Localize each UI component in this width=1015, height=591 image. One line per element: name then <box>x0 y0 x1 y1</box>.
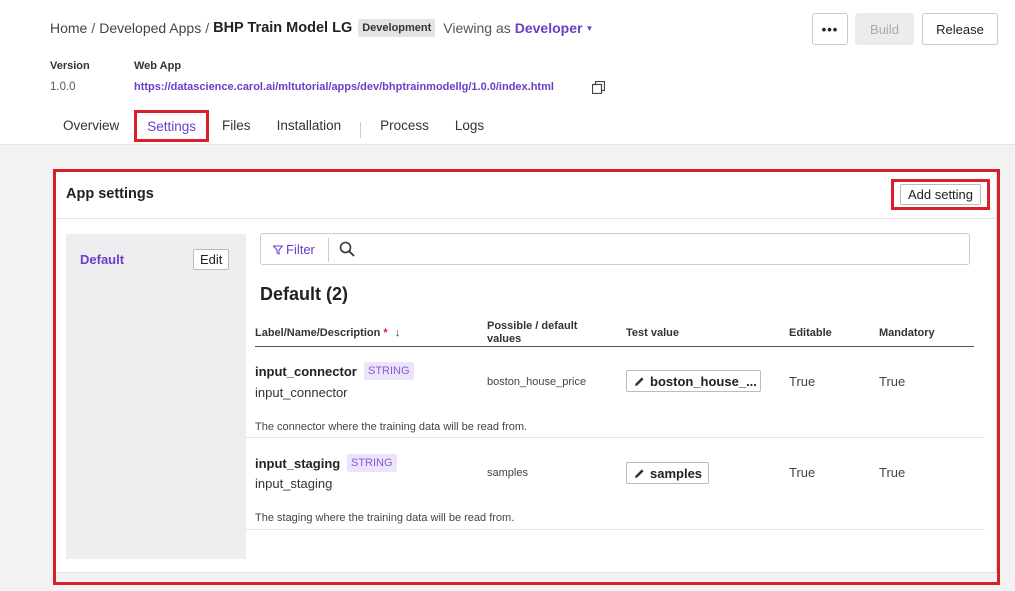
tab-divider <box>360 122 362 138</box>
sidebar-item-default[interactable]: Default <box>80 252 124 267</box>
column-header-label[interactable]: Label/Name/Description * ↓ <box>255 327 400 340</box>
column-header-editable: Editable <box>789 327 832 339</box>
filter-label: Filter <box>286 242 315 257</box>
panel-title: App settings <box>66 186 154 202</box>
viewing-role-dropdown[interactable]: Developer <box>515 20 583 36</box>
edit-group-button[interactable]: Edit <box>193 249 230 270</box>
breadcrumb-developed-apps[interactable]: Developed Apps <box>99 20 201 36</box>
column-header-mandatory: Mandatory <box>879 327 935 339</box>
filter-icon <box>273 245 283 255</box>
setting-name: input_connector <box>255 385 348 400</box>
setting-label: input_staging <box>255 456 341 471</box>
app-header: Home / Developed Apps / BHP Train Model … <box>0 0 1015 145</box>
editable-value: True <box>789 465 816 480</box>
type-badge: STRING <box>364 362 414 380</box>
filter-button[interactable]: Filter <box>273 242 315 257</box>
editable-value: True <box>789 374 816 389</box>
caret-down-icon[interactable]: ▼ <box>585 24 593 33</box>
tab-settings[interactable]: Settings <box>134 110 210 142</box>
webapp-url-link[interactable]: https://datascience.carol.ai/mltutorial/… <box>134 81 554 93</box>
table-header-divider <box>255 346 974 347</box>
mandatory-value: True <box>879 465 906 480</box>
copy-icon[interactable] <box>592 81 605 94</box>
divider <box>328 238 329 262</box>
add-setting-button[interactable]: Add setting <box>899 184 982 205</box>
search-bar: Filter <box>260 233 970 265</box>
more-options-button[interactable]: ••• <box>812 13 848 45</box>
viewing-as-label: Viewing as <box>443 20 511 36</box>
breadcrumb: Home / Developed Apps / BHP Train Model … <box>50 19 593 37</box>
page-title: BHP Train Model LG <box>213 20 353 36</box>
default-value: boston_house_price <box>487 376 587 388</box>
column-header-test-value: Test value <box>626 327 679 339</box>
mandatory-value: True <box>879 374 906 389</box>
row-divider <box>245 437 985 438</box>
test-value-button[interactable]: boston_house_... <box>626 370 761 392</box>
sort-arrow-icon[interactable]: ↓ <box>395 327 401 339</box>
test-value-button[interactable]: samples <box>626 462 709 484</box>
breadcrumb-separator: / <box>91 20 96 36</box>
search-icon <box>339 241 355 257</box>
tab-overview[interactable]: Overview <box>50 110 132 141</box>
add-setting-highlight: Add setting <box>891 179 990 210</box>
default-value: samples <box>487 467 528 479</box>
breadcrumb-home[interactable]: Home <box>50 20 87 36</box>
webapp-label: Web App <box>134 60 182 72</box>
tab-installation[interactable]: Installation <box>264 110 355 141</box>
setting-name: input_staging <box>255 476 333 491</box>
tab-logs[interactable]: Logs <box>442 110 497 141</box>
setting-description: The connector where the training data wi… <box>255 421 528 433</box>
app-settings-panel: App settings Add setting Default Edit Fi… <box>55 171 997 573</box>
pencil-icon <box>635 468 644 478</box>
divider <box>56 218 996 219</box>
column-header-possible-values: Possible / default values <box>487 320 578 345</box>
version-value: 1.0.0 <box>50 81 76 93</box>
group-title: Default (2) <box>260 284 349 304</box>
setting-description: The staging where the training data will… <box>255 512 515 524</box>
pencil-icon <box>635 376 644 386</box>
breadcrumb-separator: / <box>205 20 210 36</box>
tab-bar: Overview Settings Files Installation Pro… <box>50 110 497 145</box>
required-mark: * <box>383 327 388 339</box>
tab-files[interactable]: Files <box>209 110 264 141</box>
version-label: Version <box>50 60 90 72</box>
row-divider <box>245 529 985 530</box>
tab-process[interactable]: Process <box>367 110 442 141</box>
search-input[interactable] <box>361 238 961 260</box>
type-badge: STRING <box>347 454 397 472</box>
setting-label: input_connector <box>255 364 357 379</box>
build-button[interactable]: Build <box>855 13 914 45</box>
release-button[interactable]: Release <box>922 13 998 45</box>
environment-badge: Development <box>358 19 436 37</box>
settings-group-sidebar: Default Edit <box>66 234 246 559</box>
